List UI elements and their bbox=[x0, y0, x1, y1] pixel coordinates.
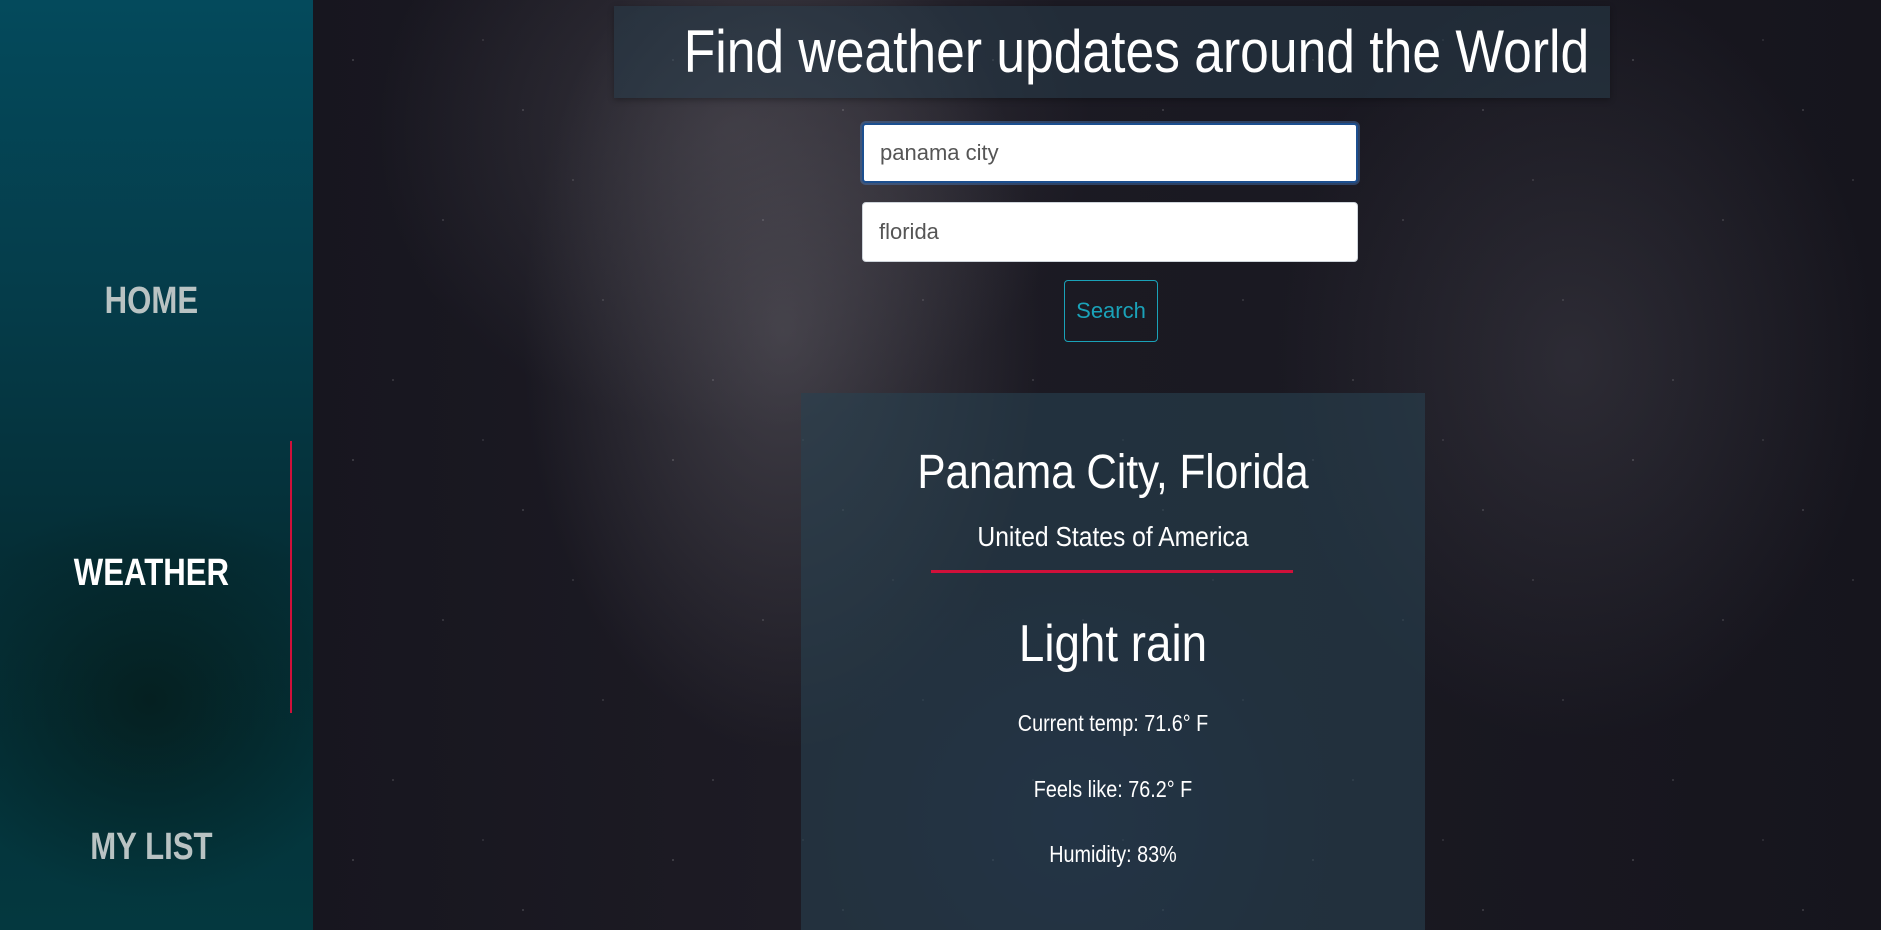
state-input[interactable] bbox=[862, 202, 1358, 262]
header-banner: Find weather updates around the World bbox=[614, 6, 1610, 98]
city-input[interactable] bbox=[862, 123, 1358, 183]
weather-card: Panama City, Florida United States of Am… bbox=[801, 393, 1425, 930]
location-title: Panama City, Florida bbox=[917, 446, 1309, 499]
divider bbox=[931, 570, 1293, 573]
nav-item-weather[interactable]: WEATHER bbox=[27, 552, 275, 595]
main-content: Find weather updates around the World Se… bbox=[313, 0, 1881, 930]
feels-like: Feels like: 76.2° F bbox=[1033, 776, 1193, 802]
nav-item-my-list[interactable]: MY LIST bbox=[27, 826, 275, 869]
page-title: Find weather updates around the World bbox=[683, 18, 1590, 85]
country-label: United States of America bbox=[977, 521, 1249, 552]
weather-condition: Light rain bbox=[1018, 615, 1208, 673]
nav-active-indicator bbox=[290, 441, 292, 713]
current-temp: Current temp: 71.6° F bbox=[1017, 710, 1209, 736]
humidity: Humidity: 83% bbox=[1049, 841, 1177, 867]
search-button[interactable]: Search bbox=[1064, 280, 1158, 342]
sidebar: HOME WEATHER MY LIST bbox=[0, 0, 313, 930]
nav-item-home[interactable]: HOME bbox=[27, 280, 275, 323]
